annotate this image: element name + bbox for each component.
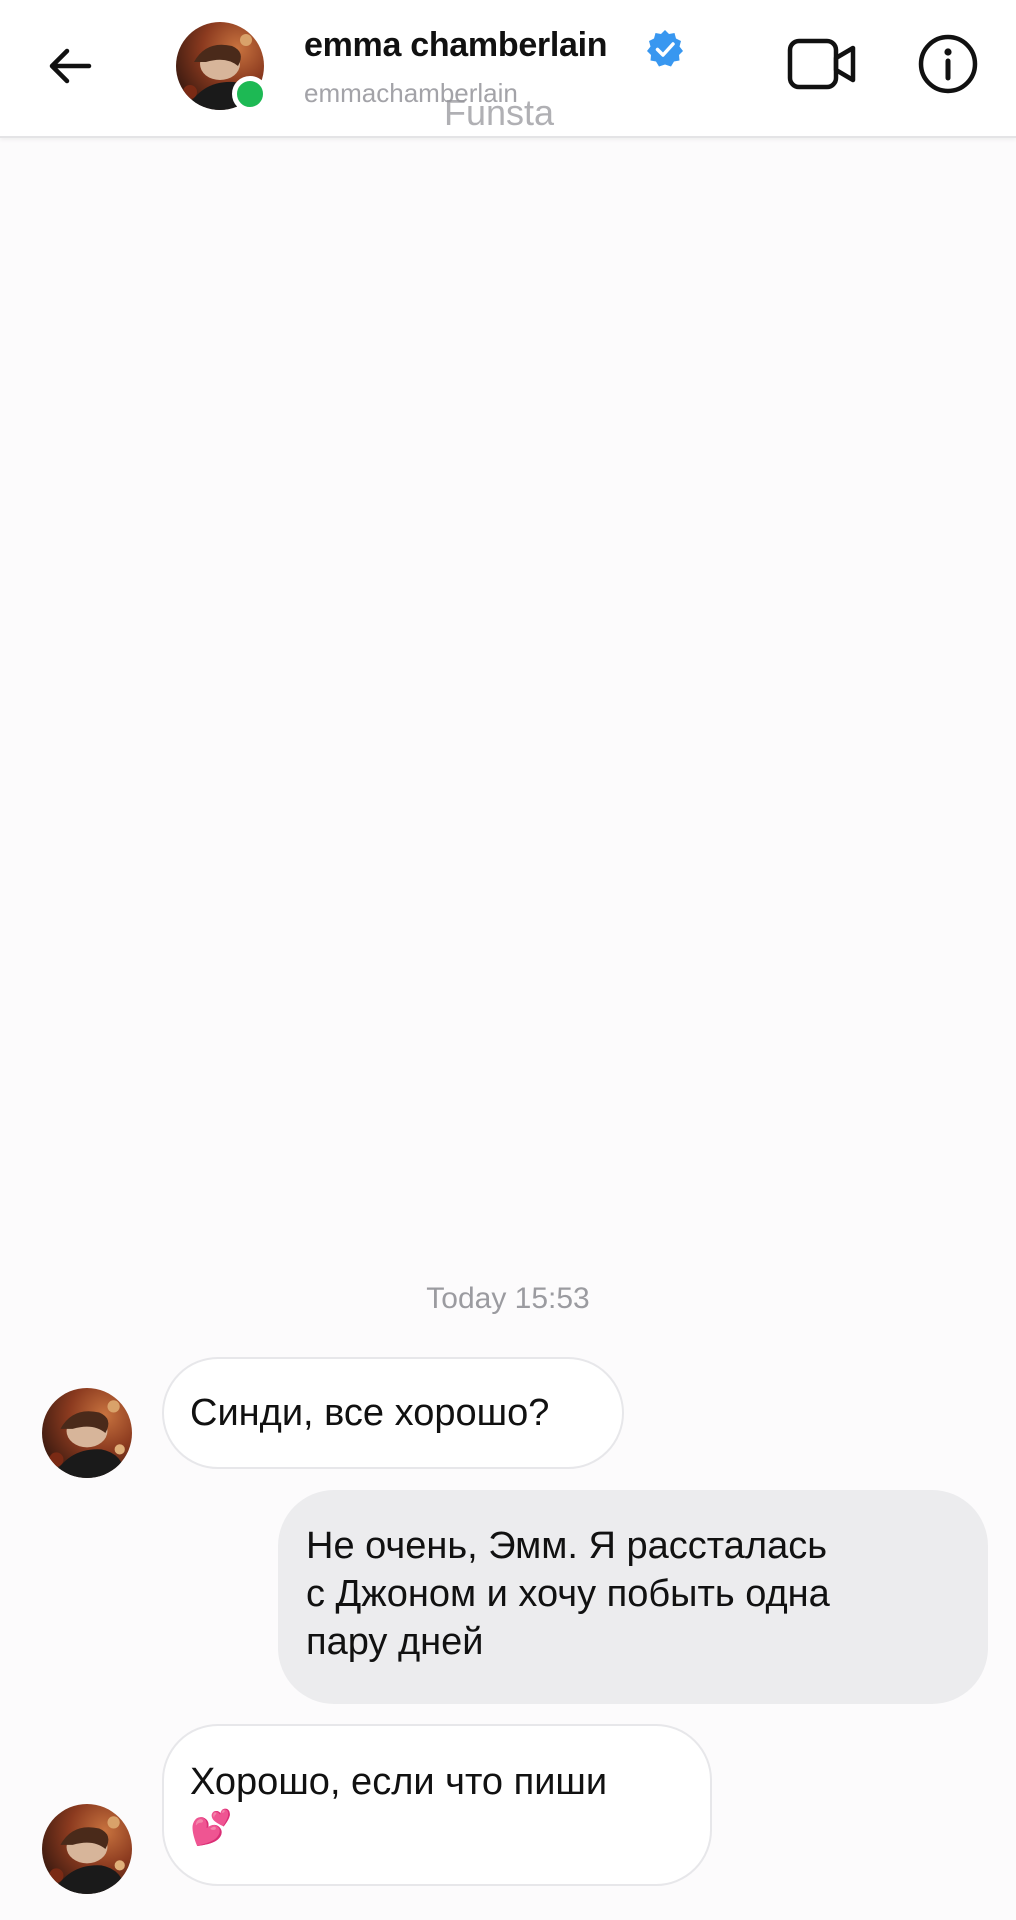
arrow-left-icon — [49, 48, 92, 84]
verified-badge-icon — [647, 30, 683, 67]
profile-photo — [42, 1388, 132, 1478]
conversation-info-button[interactable] — [916, 32, 980, 96]
chat-header: emma chamberlain emmachamberlain Funsta — [0, 0, 1016, 138]
message-bubble-incoming[interactable]: Хорошо, если что пиши 💕 — [162, 1724, 712, 1886]
contact-name[interactable]: emma chamberlain — [304, 26, 608, 65]
overlay-caption: Funsta — [444, 92, 555, 133]
message-text-line: с Джоном и хочу побыть одна — [306, 1573, 830, 1615]
two-hearts-emoji: 💕 — [190, 1809, 233, 1847]
profile-photo — [42, 1804, 132, 1894]
sender-avatar[interactable] — [42, 1804, 132, 1894]
header-avatar[interactable] — [176, 22, 268, 112]
message-bubble-incoming[interactable]: Синди, все хорошо? — [162, 1357, 624, 1469]
info-icon — [918, 34, 978, 94]
message-text-line: Не очень, Эмм. Я рассталась — [306, 1525, 827, 1567]
message-bubble-outgoing[interactable]: Не очень, Эмм. Я рассталась с Джоном и х… — [278, 1490, 988, 1704]
video-camera-icon — [787, 38, 856, 90]
back-button[interactable] — [40, 36, 100, 96]
sender-avatar[interactable] — [42, 1388, 132, 1478]
video-call-button[interactable] — [786, 34, 858, 94]
message-text-line: Хорошо, если что пиши — [190, 1761, 608, 1803]
message-timestamp: Today 15:53 — [426, 1282, 590, 1315]
message-text: Синди, все хорошо? — [190, 1392, 550, 1434]
online-status-indicator — [232, 76, 268, 112]
message-text-line: пару дней — [306, 1621, 484, 1663]
